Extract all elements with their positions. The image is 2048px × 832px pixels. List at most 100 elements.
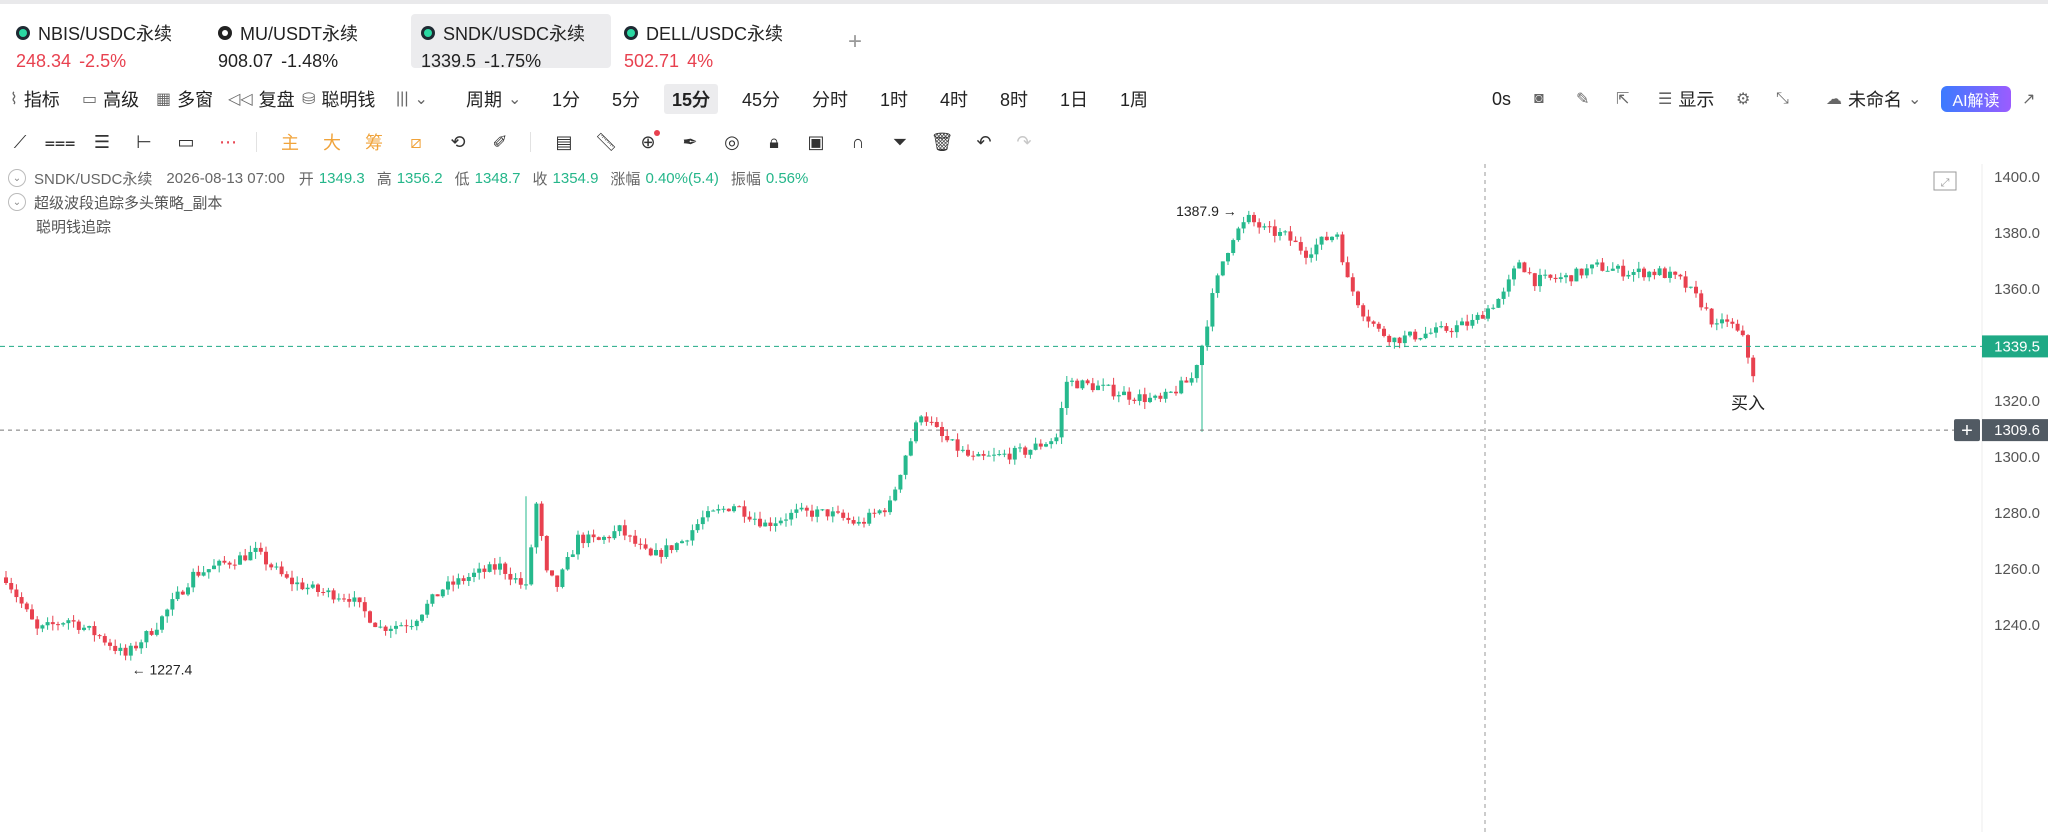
big-order-tool[interactable]: 大 [318,128,346,156]
redo-button[interactable]: ↷ [1010,128,1038,156]
advanced-button[interactable]: ▭ 高级 [82,84,139,114]
template-tool[interactable]: ▣ [802,128,830,156]
trend-line-tool[interactable]: ⟋ [6,128,34,156]
rectangle-tool[interactable]: ▭ [172,128,200,156]
filter-tool[interactable]: ⏷ [886,128,914,156]
screenshot-button[interactable]: ◙ [1534,84,1544,114]
highlighter-tool[interactable]: ✒ [676,128,704,156]
ruler-tool[interactable]: 📏︎ [592,128,620,156]
tab-dell[interactable]: DELL/USDC永续 502.71 4% [614,14,814,71]
candle-body [1335,234,1340,237]
share-button[interactable]: ⇱ [1616,84,1629,114]
interval-1m[interactable]: 1分 [544,84,588,114]
legend-open-label: 开 [298,170,314,188]
candle-body [1324,236,1329,241]
replay-button[interactable]: ◁◁ 复盘 [228,84,295,114]
chart-type-dropdown[interactable]: ||| ⌄ [396,84,428,114]
multi-window-button[interactable]: ▦ 多窗 [156,84,213,114]
chevron-down-icon[interactable]: ⌄ [8,193,26,211]
candle-body [1298,242,1303,251]
magnet-tool[interactable]: ∩ [844,128,872,156]
sync-tool[interactable]: ⟲ [444,128,472,156]
indicator-name[interactable]: 聪明钱追踪 [36,216,111,237]
indicators-button[interactable]: ⌇ 指标 [10,84,60,114]
horizontal-ray-tool[interactable]: ⊢ [130,128,158,156]
lock-tool[interactable]: 🔒︎ [760,128,788,156]
layout-name-dropdown[interactable]: ☁ 未命名 ⌄ [1826,84,1921,114]
tool-separator [530,132,531,152]
main-force-label: 主 [281,133,299,153]
undo-button[interactable]: ↶ [970,128,998,156]
eye-tool[interactable]: ◎ [718,128,746,156]
note-tool[interactable]: ▤ [550,128,578,156]
candle-down [648,547,653,557]
delete-tool[interactable]: 🗑︎ [928,128,956,156]
candle-up [440,588,445,598]
candle-body [1018,447,1022,449]
interval-15m[interactable]: 15分 [664,84,719,114]
horizontal-lines-tool[interactable]: ☰ [88,128,116,156]
gear-icon: ⚙ [1736,91,1751,108]
candle-up [154,622,159,637]
ai-interpret-button[interactable]: AI解读 [1941,86,2011,112]
candle-body [617,525,622,532]
collapse-button[interactable]: ⤡ [1776,84,1789,114]
candle-up [1101,378,1106,391]
brush-tool[interactable]: ✐ [486,128,514,156]
indicator-name[interactable]: 超级波段追踪多头策略_副本 [34,192,222,213]
y-tick-label: 1240.0 [1994,617,2040,634]
chart-legend: ⌄ SNDK/USDC永续 2026-08-13 07:00 开 1349.3 高… [8,166,820,238]
interval-1d[interactable]: 1日 [1052,84,1096,114]
candle-down [461,575,466,585]
tab-sndk[interactable]: SNDK/USDC永续 1339.5 -1.75% [411,14,611,71]
period-dropdown[interactable]: 周期 ⌄ [466,84,521,114]
candle-down [362,597,367,618]
candle-up [716,504,721,514]
settings-button[interactable]: ⚙ [1736,84,1750,114]
candle-body [773,523,778,526]
candle-up [877,509,882,515]
interval-1h[interactable]: 1时 [872,84,916,114]
more-shapes-tool[interactable]: ⋯ [214,128,242,156]
candle-up [992,447,996,462]
candle-down [1480,311,1485,319]
tab-mu[interactable]: MU/USDT永续 908.07 -1.48% [208,14,398,71]
display-button[interactable]: ☰ 显示 [1658,84,1714,114]
smart-money-button[interactable]: ⛁ 聪明钱 [302,84,375,114]
candle-up [513,573,518,584]
main-force-tool[interactable]: 主 [276,128,304,156]
candlestick-chart[interactable]: 1400.0 1380.0 1360.0 1320.0 1300.0 1280.0 1260… [0,164,2048,832]
candle-body [997,454,1002,456]
chip-tool[interactable]: 筹 [360,128,388,156]
add-tab-button[interactable]: + [848,28,862,56]
expand-button[interactable]: ↗ [2022,84,2035,114]
tab-nbis[interactable]: NBIS/USDC永续 248.34 -2.5% [6,14,196,71]
draw-button[interactable]: ✎ [1576,84,1589,114]
candle-up [1210,288,1215,332]
parallel-channel-tool[interactable]: ⩶ [45,128,76,156]
candle-body [388,628,393,631]
candle-body [243,555,248,561]
interval-1w[interactable]: 1周 [1112,84,1156,114]
interval-timeshare[interactable]: 分时 [804,84,856,114]
candle-up [617,524,622,536]
interval-5m[interactable]: 5分 [604,84,648,114]
candle-body [882,510,887,513]
orange-shape-tool[interactable]: ⧄ [402,128,430,156]
candle-body [394,625,398,629]
chart-area[interactable]: 1400.0 1380.0 1360.0 1320.0 1300.0 1280.0 1260… [0,164,2048,832]
interval-4h[interactable]: 4时 [932,84,976,114]
candle-body [1688,286,1693,288]
candle-up [1647,270,1652,282]
candle-up [1163,388,1168,403]
candle-up [700,510,705,530]
interval-45m[interactable]: 45分 [734,84,788,114]
candle-down [1694,280,1698,298]
interval-8h[interactable]: 8时 [992,84,1036,114]
candle-body [513,578,518,580]
candle-body [1402,335,1407,344]
zoom-tool[interactable]: ⊕ [634,128,662,156]
candle-up [1486,305,1490,322]
candle-down [321,588,326,596]
chevron-down-icon[interactable]: ⌄ [8,169,26,187]
